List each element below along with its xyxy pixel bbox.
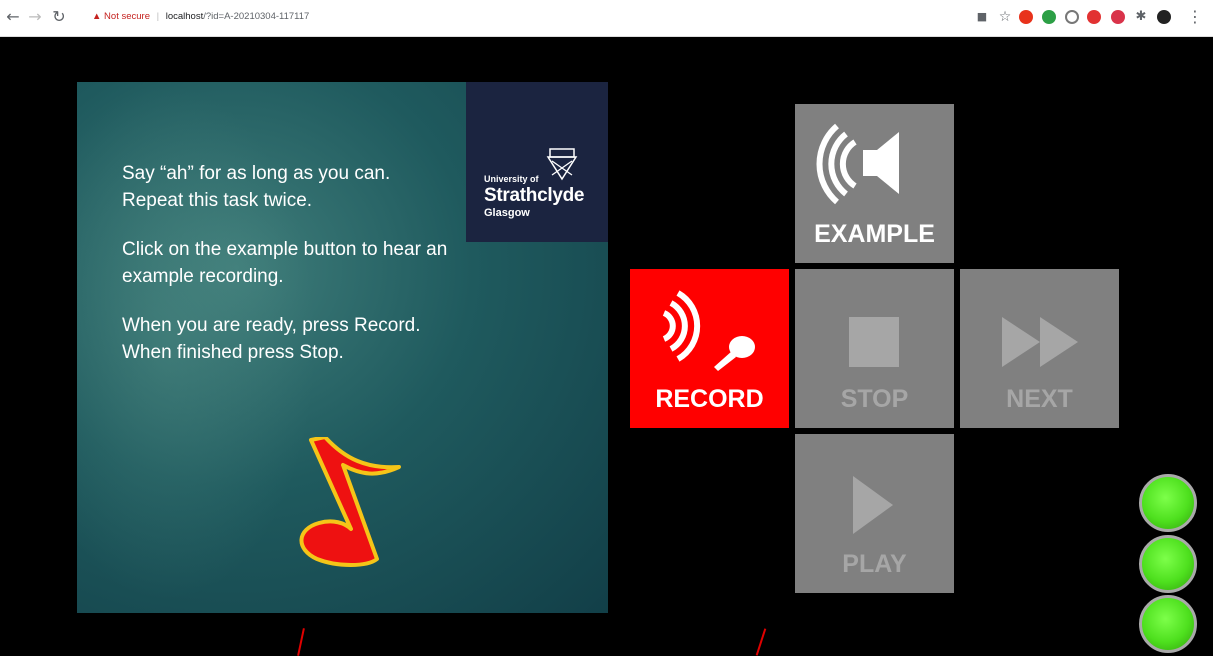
fast-forward-icon [1002,317,1078,367]
browser-toolbar: ← → ↻ ▲ Not secure | localhost/?id=A-202… [0,0,1213,37]
speaker-icon [816,123,899,205]
url-path: /?id=A-20210304-117117 [203,11,310,22]
star-icon[interactable]: ☆ [996,8,1014,26]
puzzle-icon[interactable]: ✱ [1132,8,1150,26]
logo-line-3: Glasgow [484,207,530,219]
red-annotation-line-1 [297,628,305,656]
instruction-slide: Say “ah” for as long as you can. Repeat … [77,82,608,613]
stop-label: STOP [840,385,909,413]
warning-icon: ▲ [92,11,102,22]
back-arrow-icon[interactable]: ← [4,8,22,26]
play-label: PLAY [842,550,907,578]
not-secure-label: Not secure [104,11,150,22]
reload-icon[interactable]: ↻ [50,8,68,26]
next-label: NEXT [1006,385,1073,413]
university-logo: University of Strathclyde Glasgow [466,82,608,242]
instruction-3: When you are ready, press Record. When f… [122,315,421,363]
stop-button[interactable]: STOP [795,269,954,428]
instruction-text: Say “ah” for as long as you can. Repeat … [122,160,452,388]
logo-line-1: University of [484,174,539,184]
instruction-1: Say “ah” for as long as you can. Repeat … [122,163,391,211]
record-button[interactable]: RECORD [630,269,789,428]
logo-line-2: Strathclyde [484,185,585,206]
play-button[interactable]: PLAY [795,434,954,593]
url-host: localhost [165,11,204,22]
record-label: RECORD [655,385,764,413]
menu-dots-icon[interactable]: ⋮ [1186,8,1204,26]
example-button[interactable]: EXAMPLE [795,104,954,263]
forward-arrow-icon[interactable]: → [26,8,44,26]
extension-icon[interactable] [1042,10,1056,24]
adblock-icon[interactable] [1087,10,1101,24]
profile-avatar[interactable] [1157,10,1171,24]
status-light-3 [1139,595,1197,653]
status-light-1 [1139,474,1197,532]
play-icon [853,476,893,534]
microphone-icon [662,290,755,371]
extension-icon-2[interactable] [1111,10,1125,24]
circle-extension-icon[interactable] [1065,10,1079,24]
address-bar[interactable]: ▲ Not secure | localhost/?id=A-20210304-… [92,5,309,29]
next-button[interactable]: NEXT [960,269,1119,428]
red-annotation-line-2 [755,628,767,656]
stop-icon [849,317,899,367]
music-note-icon [299,437,401,567]
crest-icon [546,148,578,181]
opera-extension-icon[interactable] [1019,10,1033,24]
camera-icon[interactable]: ■ [973,8,991,26]
example-label: EXAMPLE [814,220,935,248]
status-light-2 [1139,535,1197,593]
instruction-2: Click on the example button to hear an e… [122,239,448,287]
